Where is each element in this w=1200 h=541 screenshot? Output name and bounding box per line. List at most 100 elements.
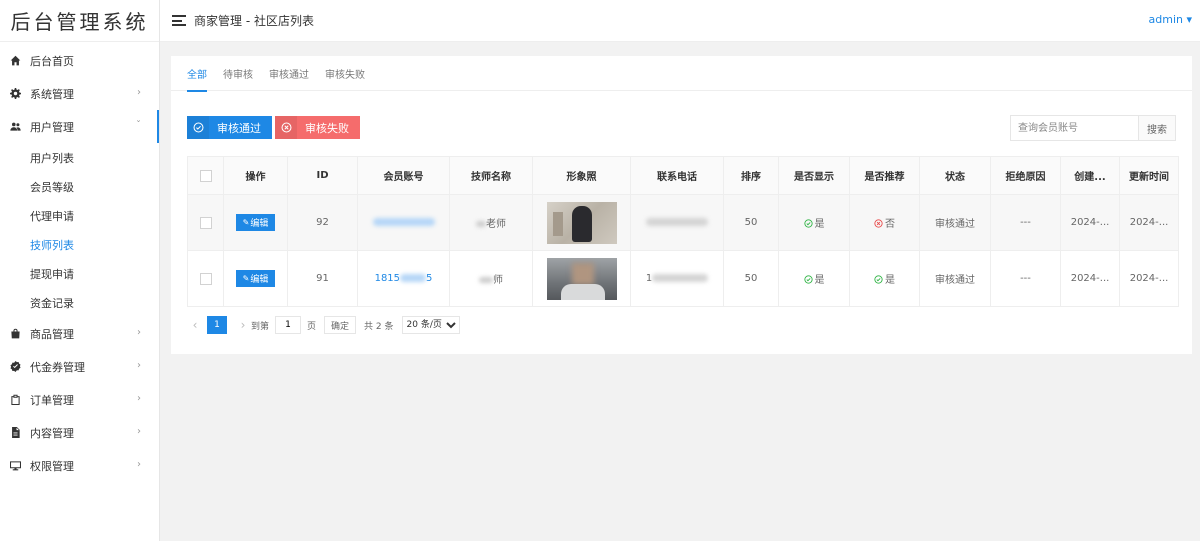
column-header: 形象照 xyxy=(532,156,631,195)
select-all-checkbox[interactable] xyxy=(199,169,212,182)
sidebar-item-label: 后台首页 xyxy=(30,54,74,68)
reject-reason-cell: --- xyxy=(990,250,1061,307)
page-size-select[interactable]: 20 条/页 xyxy=(401,316,460,334)
sidebar-item-users[interactable]: 用户管理 ˇ xyxy=(0,110,159,143)
sidebar-item-label: 商品管理 xyxy=(30,327,74,341)
show-cell: 是 xyxy=(778,250,850,307)
row-checkbox[interactable] xyxy=(199,216,212,229)
sidebar-subitem-user-list[interactable]: 用户列表 xyxy=(0,143,159,172)
phone-cell: 1 xyxy=(630,250,724,307)
tech-name-cell: 师 xyxy=(449,250,533,307)
main-card: 全部 待审核 审核通过 审核失败 审核通过 审核失败 搜索 操作 xyxy=(171,56,1192,354)
column-header: 创建... xyxy=(1060,156,1120,195)
search-button[interactable]: 搜索 xyxy=(1138,115,1176,141)
reject-label: 审核失败 xyxy=(305,121,349,135)
next-page-icon[interactable]: › xyxy=(235,318,251,332)
menu-toggle-icon[interactable] xyxy=(172,15,186,26)
sidebar-subitem-withdraw-apply[interactable]: 提现申请 xyxy=(0,259,159,288)
reject-button[interactable]: 审核失败 xyxy=(275,116,360,139)
tab-rejected[interactable]: 审核失败 xyxy=(317,56,373,91)
user-menu[interactable]: admin ▾ xyxy=(1149,13,1193,26)
bag-icon xyxy=(8,327,22,341)
sidebar-subitem-technician-list[interactable]: 技师列表 xyxy=(0,230,159,259)
sidebar-item-orders[interactable]: 订单管理 › xyxy=(0,383,159,416)
table-header-row: 操作 ID 会员账号 技师名称 形象照 联系电话 排序 是否显示 是否推荐 状态… xyxy=(187,156,1179,195)
search-input[interactable] xyxy=(1010,115,1138,141)
check-circle-icon xyxy=(874,275,883,284)
recommend-cell: 是 xyxy=(849,250,920,307)
chevron-right-icon: › xyxy=(137,426,141,437)
sidebar-subitem-member-level[interactable]: 会员等级 xyxy=(0,172,159,201)
row-select-cell xyxy=(187,250,224,307)
sidebar-item-permissions[interactable]: 权限管理 › xyxy=(0,449,159,482)
phone-cell xyxy=(630,194,724,251)
sidebar-nav: 后台首页 系统管理 › 用户管理 ˇ 用户列表 会员等级 代理申请 技师列表 提… xyxy=(0,42,159,482)
sidebar-item-vouchers[interactable]: 代金券管理 › xyxy=(0,350,159,383)
sidebar-item-system[interactable]: 系统管理 › xyxy=(0,77,159,110)
redacted-name xyxy=(479,277,493,283)
app-logo: 后台管理系统 xyxy=(0,0,159,42)
check-circle-icon xyxy=(803,219,813,228)
sort-cell: 50 xyxy=(723,250,779,307)
edit-button[interactable]: ✎ 编辑 xyxy=(236,270,275,287)
approve-button[interactable]: 审核通过 xyxy=(187,116,272,139)
created-cell: 2024-... xyxy=(1060,194,1120,251)
goto-confirm-button[interactable]: 确定 xyxy=(324,316,357,334)
tech-name-cell: 老师 xyxy=(449,194,533,251)
chevron-down-icon: ˇ xyxy=(136,120,141,131)
photo-cell xyxy=(532,194,631,251)
tab-approved[interactable]: 审核通过 xyxy=(261,56,317,91)
column-header: 会员账号 xyxy=(357,156,450,195)
sidebar-item-label: 用户管理 xyxy=(30,120,74,134)
column-header: 更新时间 xyxy=(1119,156,1179,195)
show-cell: 是 xyxy=(778,194,850,251)
prev-page-icon[interactable]: ‹ xyxy=(187,318,203,332)
pencil-icon: ✎ xyxy=(242,274,250,283)
sidebar-item-content[interactable]: 内容管理 › xyxy=(0,416,159,449)
updated-cell: 2024-... xyxy=(1119,250,1179,307)
table-row: ✎ 编辑 92 老师 50 是 否 审核通过 --- 2024-... 2024-… xyxy=(187,194,1179,251)
updated-cell: 2024-... xyxy=(1119,194,1179,251)
sidebar-item-products[interactable]: 商品管理 › xyxy=(0,317,159,350)
edit-button[interactable]: ✎ 编辑 xyxy=(236,214,275,231)
status-cell: 审核通过 xyxy=(919,194,991,251)
row-select-cell xyxy=(187,194,224,251)
page-current[interactable]: 1 xyxy=(207,316,227,334)
sidebar-subitem-agent-apply[interactable]: 代理申请 xyxy=(0,201,159,230)
top-header: 商家管理 - 社区店列表 admin ▾ xyxy=(160,0,1200,42)
technician-table: 操作 ID 会员账号 技师名称 形象照 联系电话 排序 是否显示 是否推荐 状态… xyxy=(187,156,1179,307)
edit-label: 编辑 xyxy=(250,275,269,285)
sidebar-item-home[interactable]: 后台首页 xyxy=(0,44,159,77)
account-cell xyxy=(357,194,450,251)
column-header: 操作 xyxy=(223,156,288,195)
column-header: 技师名称 xyxy=(449,156,533,195)
clipboard-icon xyxy=(8,393,22,407)
column-header: ID xyxy=(287,156,358,195)
action-cell: ✎ 编辑 xyxy=(223,194,288,251)
column-header: 联系电话 xyxy=(630,156,724,195)
badge-check-icon xyxy=(8,360,22,374)
sidebar: 后台管理系统 后台首页 系统管理 › 用户管理 ˇ 用户列表 会员等级 代理申请… xyxy=(0,0,160,541)
column-header: 拒绝原因 xyxy=(990,156,1061,195)
created-cell: 2024-... xyxy=(1060,250,1120,307)
column-header: 排序 xyxy=(723,156,779,195)
row-checkbox[interactable] xyxy=(199,272,212,285)
tab-pending[interactable]: 待审核 xyxy=(215,56,261,91)
chevron-right-icon: › xyxy=(137,393,141,404)
chevron-right-icon: › xyxy=(137,360,141,371)
column-header: 是否显示 xyxy=(778,156,850,195)
tab-all[interactable]: 全部 xyxy=(179,56,215,92)
id-cell: 91 xyxy=(287,250,358,307)
sidebar-subitem-fund-records[interactable]: 资金记录 xyxy=(0,288,159,317)
photo-cell xyxy=(532,250,631,307)
technician-photo[interactable] xyxy=(546,201,617,244)
account-link[interactable]: 1815 5 xyxy=(375,273,433,284)
goto-page-input[interactable] xyxy=(275,316,302,334)
id-cell: 92 xyxy=(287,194,358,251)
sidebar-item-label: 权限管理 xyxy=(30,459,74,473)
redacted-account xyxy=(400,274,427,282)
technician-photo[interactable] xyxy=(546,257,617,300)
caret-down-icon: ▾ xyxy=(1186,13,1192,26)
total-count: 共 2 条 xyxy=(364,321,394,332)
status-cell: 审核通过 xyxy=(919,250,991,307)
